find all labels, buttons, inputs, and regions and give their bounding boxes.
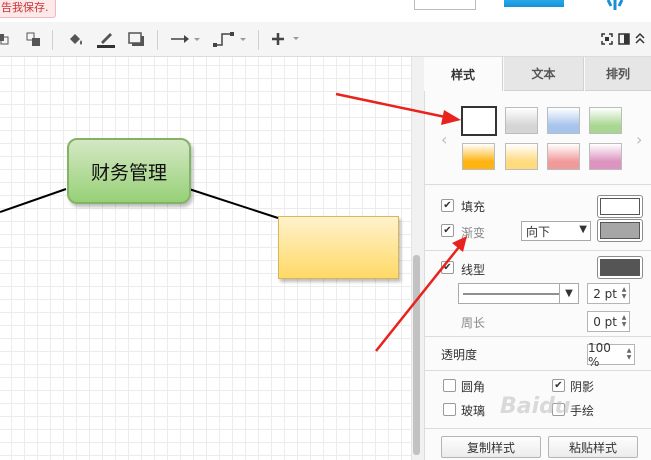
connector-right[interactable]	[188, 188, 279, 219]
divider	[424, 370, 651, 371]
tab-style[interactable]: 样式	[424, 57, 503, 91]
perimeter-value: 0 pt	[593, 314, 617, 329]
divider	[424, 336, 651, 337]
node-finance-management[interactable]: 财务管理	[67, 138, 191, 204]
gradient-direction-select[interactable]: 向下 ▼	[521, 221, 591, 241]
rounded-checkbox[interactable]	[443, 379, 456, 392]
share-button[interactable]	[504, 0, 564, 7]
style-swatch[interactable]	[505, 107, 538, 134]
toolbar-separator	[52, 30, 53, 50]
gradient-label: 渐变	[461, 226, 486, 240]
tab-text[interactable]: 文本	[504, 57, 584, 91]
dropdown-arrow-icon: ▼	[559, 284, 578, 303]
line-pattern-preview	[463, 293, 559, 294]
swatch-next-icon[interactable]: ›	[636, 130, 642, 149]
fit-icon[interactable]	[600, 22, 614, 56]
glass-label: 玻璃	[461, 404, 486, 418]
paste-style-button[interactable]: 粘贴样式	[548, 436, 638, 458]
collapse-icon[interactable]	[633, 22, 647, 56]
toolbar-separator	[157, 30, 158, 50]
node-label: 财务管理	[90, 161, 167, 184]
sketch-label: 手绘	[570, 404, 595, 418]
spinner-icon[interactable]: ▲ ▼	[620, 314, 628, 329]
dropdown-arrow-icon: ▼	[579, 224, 587, 235]
to-back-icon[interactable]	[0, 22, 12, 56]
line-checkbox[interactable]: ✔	[441, 261, 454, 274]
watermark-logo: Baidu	[500, 394, 571, 419]
glass-checkbox[interactable]	[443, 403, 456, 416]
divider	[424, 250, 651, 251]
to-front-icon[interactable]	[24, 22, 42, 56]
waypoints-icon[interactable]	[213, 22, 247, 56]
rounded-label: 圆角	[461, 380, 486, 394]
tab-arrange[interactable]: 排列	[585, 57, 651, 91]
unsaved-notice[interactable]: 告我保存.	[0, 0, 56, 18]
perimeter-input[interactable]: 0 pt ▲ ▼	[587, 311, 630, 332]
scrollbar-thumb[interactable]	[413, 255, 420, 455]
gradient-direction-value: 向下	[526, 224, 551, 239]
style-swatch[interactable]	[462, 143, 495, 170]
opacity-label: 透明度	[441, 348, 478, 362]
copy-style-button[interactable]: 复制样式	[441, 436, 541, 458]
app-logo-icon	[606, 0, 624, 10]
insert-icon[interactable]	[270, 22, 304, 56]
toolbar-separator	[258, 30, 259, 50]
gradient-color-button[interactable]	[597, 219, 643, 242]
divider	[424, 184, 651, 185]
line-label: 线型	[461, 263, 486, 277]
opacity-input[interactable]: 100 % ▲ ▼	[587, 341, 635, 369]
line-pattern-select[interactable]: ▼	[458, 283, 579, 304]
shadow-checkbox[interactable]: ✔	[552, 379, 565, 392]
fill-color-icon[interactable]	[65, 22, 85, 56]
style-swatch[interactable]	[505, 143, 538, 170]
style-swatch[interactable]	[589, 107, 622, 134]
style-swatch[interactable]	[461, 106, 497, 136]
opacity-value: 100 %	[588, 340, 611, 369]
connection-icon[interactable]	[168, 22, 202, 56]
gradient-checkbox[interactable]: ✔	[441, 224, 454, 237]
spinner-icon[interactable]: ▲ ▼	[620, 286, 628, 301]
top-input[interactable]	[414, 0, 476, 10]
style-swatch[interactable]	[589, 143, 622, 170]
format-panel-icon[interactable]	[617, 22, 631, 56]
swatch-prev-icon[interactable]: ‹	[441, 130, 447, 149]
connector-left[interactable]	[0, 188, 67, 213]
fill-color-button[interactable]	[597, 195, 643, 218]
spinner-icon[interactable]: ▲ ▼	[625, 347, 633, 362]
line-width-value: 2 pt	[593, 286, 617, 301]
perimeter-label: 周长	[461, 316, 486, 330]
style-swatch[interactable]	[547, 143, 580, 170]
divider	[424, 428, 651, 429]
fill-checkbox[interactable]: ✔	[441, 199, 454, 212]
line-color-button[interactable]	[597, 256, 643, 279]
toolbar	[0, 22, 651, 57]
line-width-input[interactable]: 2 pt ▲ ▼	[587, 283, 630, 304]
shadow-label: 阴影	[570, 380, 595, 394]
fill-label: 填充	[461, 200, 486, 214]
style-swatch[interactable]	[547, 107, 580, 134]
node-selected-shape[interactable]	[278, 216, 399, 279]
line-color-icon[interactable]	[95, 22, 117, 56]
shadow-icon[interactable]	[126, 22, 146, 56]
